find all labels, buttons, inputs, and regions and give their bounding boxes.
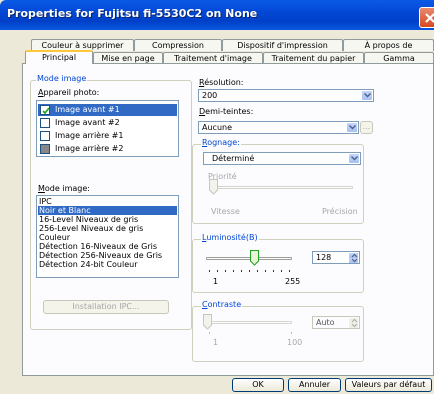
mode-item[interactable]: 16-Level Niveaux de gris	[38, 215, 177, 224]
tab-label: Principal	[41, 53, 77, 62]
luminosite-max: 255	[285, 277, 301, 286]
camera-item-front-1[interactable]: Image avant #1	[38, 104, 177, 116]
mode-item-selected[interactable]: Noir et Blanc	[38, 206, 177, 215]
mode-image-list[interactable]: IPC Noir et Blanc 16-Level Niveaux de gr…	[36, 195, 179, 278]
demi-teintes-value: Aucune	[202, 123, 233, 132]
window-title: Properties for Fujitsu fi-5530C2 on None	[7, 7, 258, 20]
mode-item[interactable]: IPC	[38, 197, 177, 206]
slider-tick	[209, 270, 210, 272]
slider-tick	[291, 332, 292, 334]
checkbox-back-1[interactable]	[40, 131, 50, 141]
ok-button[interactable]: OK	[232, 378, 284, 392]
camera-label: Image avant #1	[55, 105, 120, 114]
slider-tick	[257, 270, 258, 272]
luminosite-spinbox[interactable]: 128	[312, 251, 360, 264]
slider-tick	[273, 270, 274, 272]
install-ipc-button[interactable]: Installation IPC...	[43, 300, 169, 314]
spin-down-button[interactable]	[348, 258, 358, 263]
contraste-max: 100	[287, 338, 303, 347]
rognage-legend: Rognage:	[201, 138, 241, 147]
tab-label: Compression	[152, 41, 204, 50]
title-bar[interactable]: Properties for Fujitsu fi-5530C2 on None	[0, 0, 434, 30]
tab-label: À propos de	[364, 41, 413, 50]
mode-image-legend: Mode image	[36, 74, 88, 83]
camera-item-front-2[interactable]: Image avant #2	[38, 117, 177, 129]
demi-teintes-browse-button[interactable]: ...	[360, 121, 373, 134]
camera-label: Image avant #2	[55, 118, 120, 127]
tab-label: Traitement du papier	[271, 54, 356, 63]
contraste-slider-track	[206, 321, 292, 324]
checkbox-front-1[interactable]	[40, 105, 50, 115]
mode-item[interactable]: Couleur	[38, 233, 177, 242]
resolution-value: 200	[202, 91, 218, 100]
tab-label: Dispositif d'impression	[237, 41, 328, 50]
mode-item[interactable]: 256-Level Niveaux de gris	[38, 224, 177, 233]
checkbox-front-2[interactable]	[40, 118, 50, 128]
slider-tick	[249, 270, 250, 272]
mode-image-label: Mode image:	[38, 184, 90, 193]
close-button[interactable]	[419, 7, 434, 28]
luminosite-slider-thumb[interactable]	[250, 250, 259, 266]
resolution-label: Résolution:	[199, 78, 244, 87]
luminosite-legend: Luminosité(B)	[201, 233, 259, 242]
mode-item[interactable]: Détection 16-Niveaux de Gris	[38, 242, 177, 251]
slider-tick	[217, 270, 218, 272]
contraste-slider-thumb[interactable]	[203, 314, 212, 330]
camera-list[interactable]: Image avant #1 Image avant #2 Image arri…	[36, 100, 179, 157]
chevron-down-icon	[351, 258, 358, 263]
vitesse-label: Vitesse	[211, 207, 240, 216]
contraste-group	[192, 306, 364, 362]
chevron-down-icon[interactable]	[347, 123, 357, 132]
priorite-slider-track	[212, 186, 353, 189]
tab-label: Gamma	[383, 54, 415, 63]
tab-dispositif-impression[interactable]: Dispositif d'impression	[222, 39, 343, 51]
slider-tick	[265, 270, 266, 272]
close-icon	[425, 13, 434, 23]
rognage-dropdown[interactable]: Déterminé	[203, 152, 361, 165]
chevron-down-icon[interactable]	[362, 91, 372, 100]
tab-principal[interactable]: Principal	[25, 50, 93, 64]
slider-tick	[233, 270, 234, 272]
chevron-down-icon	[351, 323, 358, 328]
luminosite-value: 128	[316, 253, 332, 262]
mode-item[interactable]: Détection 24-bit Couleur	[38, 260, 177, 269]
defaults-button[interactable]: Valeurs par défaut	[345, 378, 432, 392]
cancel-button[interactable]: Annuler	[288, 378, 341, 392]
mode-item[interactable]: Détection 256-Niveaux de Gris	[38, 251, 177, 260]
contraste-min: 1	[213, 338, 219, 347]
appareil-photo-label: Appareil photo:	[38, 88, 100, 97]
slider-tick	[289, 270, 290, 272]
contraste-legend: Contraste	[201, 300, 243, 309]
slider-tick	[241, 270, 242, 272]
chevron-down-icon[interactable]	[349, 154, 359, 163]
contraste-spinbox[interactable]: Auto	[312, 316, 360, 329]
luminosite-slider-track	[206, 257, 292, 260]
tab-label: Mise en page	[101, 54, 155, 63]
camera-label: Image arrière #2	[55, 144, 124, 153]
slider-tick	[281, 270, 282, 272]
camera-item-back-2[interactable]: Image arrière #2	[38, 143, 177, 155]
priorite-slider-thumb[interactable]	[209, 179, 218, 195]
camera-label: Image arrière #1	[55, 131, 124, 140]
tab-compression[interactable]: Compression	[134, 39, 222, 51]
dialog-button-bar: OK Annuler Valeurs par défaut	[0, 376, 434, 394]
properties-dialog: Properties for Fujitsu fi-5530C2 on None…	[0, 0, 434, 394]
precision-label: Précision	[322, 207, 358, 216]
tab-label: Couleur à supprimer	[41, 41, 124, 50]
resolution-dropdown[interactable]: 200	[198, 89, 374, 102]
spin-down-button[interactable]	[348, 323, 358, 328]
slider-tick	[209, 332, 210, 334]
camera-item-back-1[interactable]: Image arrière #1	[38, 130, 177, 142]
tab-label: Traitement d'image	[174, 54, 252, 63]
demi-teintes-label: Demi-teintes:	[199, 107, 254, 116]
checkbox-back-2[interactable]	[40, 144, 50, 154]
slider-tick	[225, 270, 226, 272]
rognage-value: Déterminé	[212, 154, 255, 163]
contraste-value: Auto	[316, 318, 335, 327]
checkmark-icon	[42, 107, 50, 115]
tab-a-propos[interactable]: À propos de	[343, 39, 434, 51]
demi-teintes-dropdown[interactable]: Aucune	[198, 121, 359, 134]
tab-panel-principal: Mode image Appareil photo: Image avant #…	[22, 63, 434, 376]
luminosite-min: 1	[213, 277, 219, 286]
